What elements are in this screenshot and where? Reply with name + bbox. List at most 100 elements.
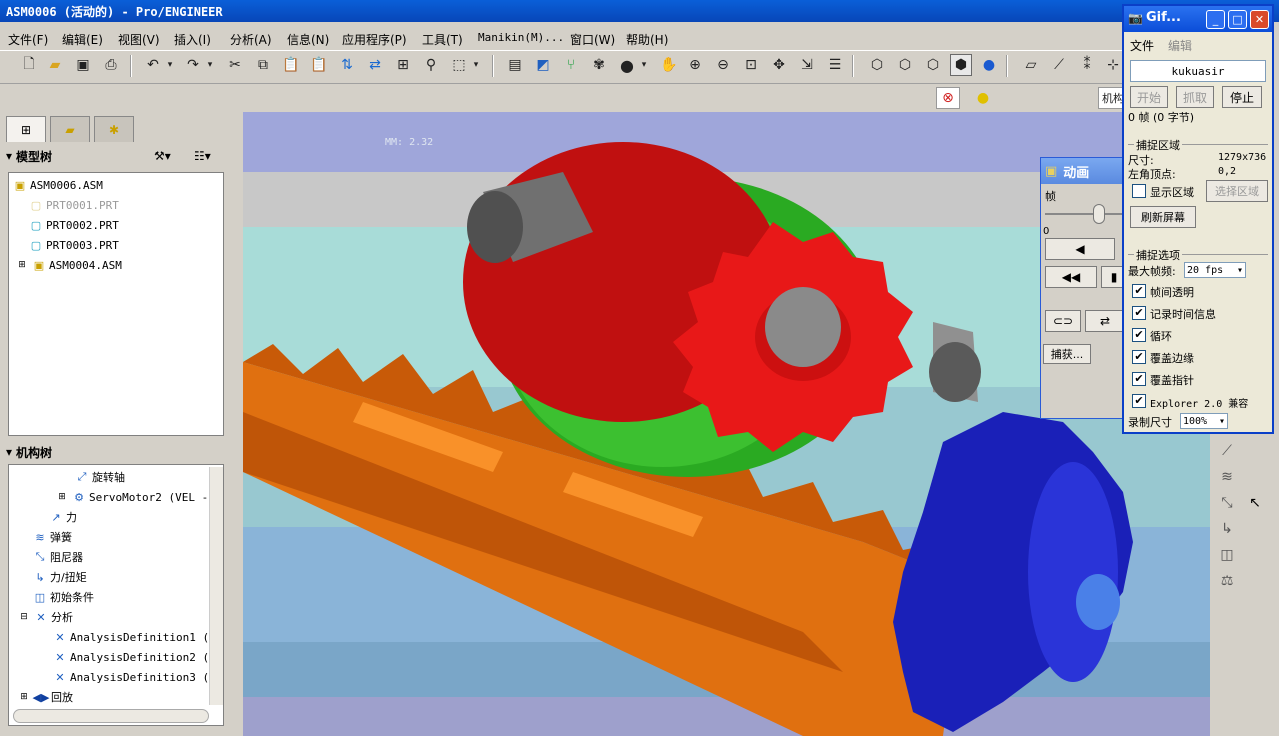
save-icon[interactable]: ▣ [72, 54, 94, 76]
tab-favorites[interactable]: ✱ [94, 116, 134, 142]
tree-item[interactable]: ▣ ASM0006.ASM [13, 175, 103, 195]
tree-vertical-scrollbar[interactable] [209, 467, 223, 705]
tree-item[interactable]: ⤡ 阻尼器 [33, 547, 83, 567]
tree-item[interactable]: ▢ PRT0003.PRT [29, 235, 119, 255]
option-checkbox[interactable]: ✔ [1132, 284, 1146, 298]
menu-help[interactable]: 帮助(H) [626, 31, 668, 48]
frame-slider-track[interactable] [1045, 213, 1127, 215]
force-tool-icon[interactable]: ⟋ [1218, 442, 1236, 460]
collapse-icon[interactable]: ▾ [6, 149, 12, 163]
menu-tools[interactable]: 工具(T) [422, 31, 463, 48]
redo-dropdown-icon[interactable]: ▾ [204, 54, 216, 76]
tree-item[interactable]: ↗ 力 [49, 507, 77, 527]
collapse-minus-icon[interactable]: ⊟ [17, 610, 31, 624]
select-area-button[interactable]: 选择区域 [1206, 180, 1268, 202]
frame-slider-thumb[interactable] [1093, 204, 1105, 224]
maximize-button[interactable]: □ [1228, 10, 1247, 29]
mech-tree-header[interactable]: ▾ 机构树 [6, 442, 232, 462]
enhanced-realism-icon[interactable]: ● [978, 54, 1000, 76]
model-tree-header[interactable]: ▾ 模型树 ⚒▾ ☷▾ [6, 146, 232, 166]
tree-settings-icon[interactable]: ⚒▾ [154, 149, 171, 163]
model-player-icon[interactable]: ▤ [504, 54, 526, 76]
tree-item[interactable]: ↳ 力/扭矩 [33, 567, 86, 587]
wireframe-icon[interactable]: ⬡ [866, 54, 888, 76]
refresh-screen-button[interactable]: 刷新屏幕 [1130, 206, 1196, 228]
shading-sphere-icon[interactable]: ● [616, 54, 638, 76]
datum-tree-icon[interactable]: ⑂ [560, 54, 582, 76]
menu-window[interactable]: 窗口(W) [570, 31, 615, 48]
paste-special-icon[interactable]: 📋 [308, 54, 330, 76]
stop-regen-icon[interactable]: ⊗ [936, 87, 960, 109]
open-folder-icon[interactable]: ▰ [44, 54, 66, 76]
option-checkbox[interactable]: ✔ [1132, 328, 1146, 342]
tree-item[interactable]: ✕ AnalysisDefinition3 ( [53, 667, 209, 687]
datum-points-icon[interactable]: ⁑ [1076, 54, 1098, 76]
menu-view[interactable]: 视图(V) [118, 31, 160, 48]
torque-tool-icon[interactable]: ↳ [1218, 520, 1236, 538]
minimize-button[interactable]: _ [1206, 10, 1225, 29]
collapse-icon[interactable]: ▾ [6, 445, 12, 459]
select-dropdown-icon[interactable]: ▾ [470, 54, 482, 76]
tree-item[interactable]: ✕ AnalysisDefinition1 ( [53, 627, 209, 647]
sketch-icon[interactable]: ◩ [532, 54, 554, 76]
option-checkbox[interactable]: ✔ [1132, 306, 1146, 320]
undo-dropdown-icon[interactable]: ▾ [164, 54, 176, 76]
undo-icon[interactable]: ↶ [142, 54, 164, 76]
option-checkbox[interactable]: ✔ [1132, 372, 1146, 386]
close-button[interactable]: ✕ [1250, 10, 1269, 29]
spring-tool-icon[interactable]: ≋ [1218, 468, 1236, 486]
expand-plus-icon[interactable]: ⊞ [55, 490, 69, 504]
max-fps-select[interactable]: 20 fps ▾ [1184, 262, 1246, 278]
record-size-select[interactable]: 100% ▾ [1180, 413, 1228, 429]
tree-item[interactable]: ◫ 初始条件 [33, 587, 94, 607]
print-icon[interactable]: ⎙ [100, 54, 122, 76]
tree-item[interactable]: ≋ 弹簧 [33, 527, 72, 547]
damper-tool-icon[interactable]: ⤡ [1218, 494, 1236, 512]
find-icon[interactable]: ⊞ [392, 54, 414, 76]
menu-edit[interactable]: 编辑(E) [62, 31, 103, 48]
cut-icon[interactable]: ✂ [224, 54, 246, 76]
gif-menu-edit[interactable]: 编辑 [1168, 37, 1192, 54]
tree-horizontal-scrollbar[interactable] [13, 709, 209, 723]
shading-dropdown-icon[interactable]: ▾ [638, 54, 650, 76]
grab-button[interactable]: 抓取 [1176, 86, 1214, 108]
search-binoculars-icon[interactable]: ⚲ [420, 54, 442, 76]
capture-button[interactable]: 捕获... [1043, 344, 1091, 364]
tree-item[interactable]: ⤢ 旋转轴 [75, 467, 125, 487]
tree-item[interactable]: ▢ PRT0002.PRT [29, 215, 119, 235]
pan-hand-icon[interactable]: ✋ [658, 54, 680, 76]
play-backward-button[interactable]: ◀ [1045, 238, 1115, 260]
zoom-out-icon[interactable]: ⊖ [712, 54, 734, 76]
zoom-in-icon[interactable]: ⊕ [684, 54, 706, 76]
saved-views-icon[interactable]: ⇲ [796, 54, 818, 76]
reorient-icon[interactable]: ✥ [768, 54, 790, 76]
mass-properties-icon[interactable]: ⚖ [1218, 572, 1236, 590]
datum-planes-icon[interactable]: ▱ [1020, 54, 1042, 76]
start-button[interactable]: 开始 [1130, 86, 1168, 108]
menu-manikin[interactable]: Manikin(M)... [478, 31, 564, 44]
menu-applications[interactable]: 应用程序(P) [342, 31, 407, 48]
gif-menu-file[interactable]: 文件 [1130, 37, 1154, 54]
datum-axes-icon[interactable]: ⟋ [1048, 54, 1070, 76]
menu-insert[interactable]: 插入(I) [174, 31, 211, 48]
no-hidden-icon[interactable]: ⬡ [922, 54, 944, 76]
tree-item[interactable]: ▢ PRT0001.PRT [29, 195, 119, 215]
expand-plus-icon[interactable]: ⊞ [17, 690, 31, 704]
shaded-icon[interactable]: ⬢ [950, 54, 972, 76]
tab-folder-browser[interactable]: ▰ [50, 116, 90, 142]
refit-icon[interactable]: ⊡ [740, 54, 762, 76]
copy-icon[interactable]: ⧉ [252, 54, 274, 76]
stop-capture-button[interactable]: 停止 [1222, 86, 1262, 108]
option-checkbox[interactable]: ✔ [1132, 394, 1146, 408]
output-name-field[interactable]: kukuasir [1130, 60, 1266, 82]
option-checkbox[interactable]: ✔ [1132, 350, 1146, 364]
loop-button[interactable]: ⊂⊃ [1045, 310, 1081, 332]
show-area-checkbox[interactable] [1132, 184, 1146, 198]
tree-item[interactable]: ⊞ ⚙ ServoMotor2 (VEL - [55, 487, 208, 507]
layers-icon[interactable]: ☰ [824, 54, 846, 76]
regenerate-icon[interactable]: ⇅ [336, 54, 358, 76]
hidden-line-icon[interactable]: ⬡ [894, 54, 916, 76]
tree-item[interactable]: ⊞ ◀▶ 回放 [17, 687, 73, 707]
menu-file[interactable]: 文件(F) [8, 31, 48, 48]
tree-item[interactable]: ✕ AnalysisDefinition2 ( [53, 647, 209, 667]
